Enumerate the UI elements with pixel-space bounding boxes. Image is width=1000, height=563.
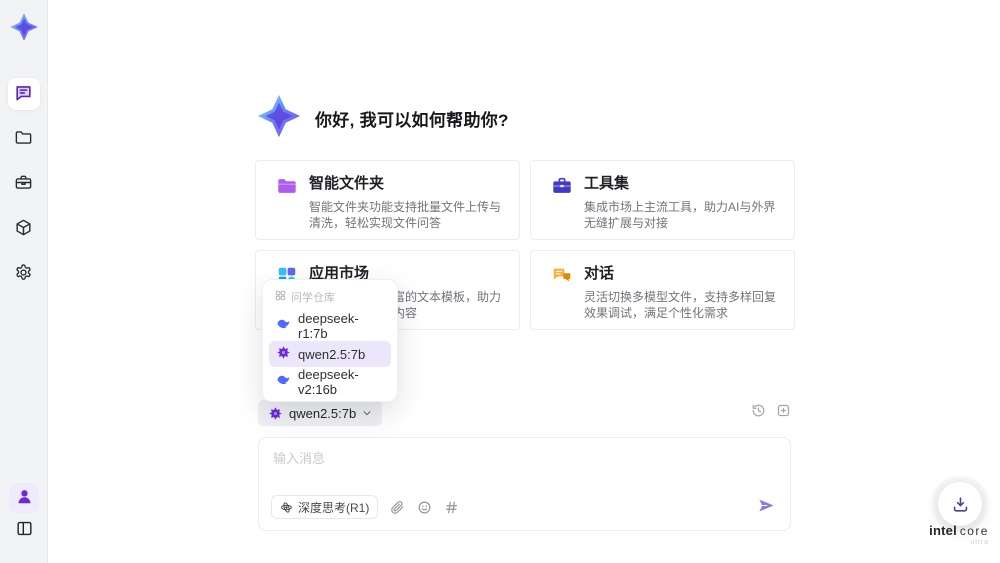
model-dropdown-header: 问学仓库: [269, 286, 391, 311]
deep-think-toggle[interactable]: 深度思考(R1): [271, 495, 379, 519]
model-option-deepseek-v2[interactable]: deepseek-v2:16b: [269, 367, 391, 397]
folder-icon: [276, 175, 298, 197]
intel-logo-text: intel: [929, 523, 957, 538]
card-desc: 智能文件夹功能支持批量文件上传与清洗，轻松实现文件问答: [309, 200, 502, 230]
sidebar-item-models[interactable]: [8, 213, 40, 245]
app-window: 你好, 我可以如何帮助你? 智能文件夹 智能文件夹功能支持批量文件上传与清洗，轻…: [0, 0, 1000, 563]
deep-think-label: 深度思考(R1): [298, 500, 370, 515]
cube-icon: [14, 218, 33, 240]
sidebar: [0, 0, 48, 563]
sidebar-item-settings[interactable]: [8, 258, 40, 290]
qwen-icon: [269, 406, 282, 420]
deepseek-icon: [276, 317, 291, 335]
briefcase-icon: [551, 175, 573, 197]
chevron-down-icon: [363, 411, 371, 416]
qwen-icon: [276, 345, 291, 363]
core-logo-text: core: [959, 524, 989, 538]
card-desc: 灵活切换多模型文件，支持多样回复效果调试，满足个性化需求: [584, 290, 777, 320]
message-input[interactable]: [273, 448, 773, 488]
message-composer: 深度思考(R1): [258, 437, 791, 531]
card-toolset[interactable]: 工具集 集成市场上主流工具，助力AI与外界无缝扩展与对接: [530, 160, 795, 240]
app-logo-icon: [9, 12, 39, 42]
sidebar-bottom: [0, 483, 48, 545]
card-smart-folder[interactable]: 智能文件夹 智能文件夹功能支持批量文件上传与清洗，轻松实现文件问答: [255, 160, 520, 240]
model-selector-row: qwen2.5:7b: [258, 400, 791, 426]
greeting: 你好, 我可以如何帮助你?: [256, 93, 509, 144]
send-icon: [759, 499, 774, 512]
hash-icon[interactable]: [444, 500, 459, 515]
greeting-title: 你好, 我可以如何帮助你?: [315, 111, 509, 130]
chat-toolbar: [751, 403, 791, 423]
emoji-icon[interactable]: [417, 500, 432, 515]
sidebar-item-panel[interactable]: [9, 515, 39, 545]
paperclip-icon[interactable]: [390, 500, 405, 515]
card-conversation[interactable]: 对话 灵活切换多模型文件，支持多样回复效果调试，满足个性化需求: [530, 250, 795, 330]
briefcase-icon: [14, 173, 33, 195]
sidebar-item-folders[interactable]: [8, 123, 40, 155]
model-option-label: qwen2.5:7b: [298, 346, 366, 362]
composer-toolbar: 深度思考(R1): [271, 495, 776, 519]
card-desc: 集成市场上主流工具，助力AI与外界无缝扩展与对接: [584, 200, 776, 230]
download-button[interactable]: [938, 482, 982, 526]
user-icon: [15, 487, 34, 509]
card-title: 对话: [584, 265, 615, 282]
model-option-qwen[interactable]: qwen2.5:7b: [269, 341, 391, 367]
model-option-deepseek-r1[interactable]: deepseek-r1:7b: [269, 311, 391, 341]
card-title: 工具集: [584, 175, 630, 192]
model-dropdown: 问学仓库 deepseek-r1:7b qwen2.5:7b deepseek-…: [262, 279, 398, 402]
card-title: 智能文件夹: [309, 175, 385, 192]
model-option-label: deepseek-r1:7b: [298, 311, 359, 341]
model-dropdown-header-label: 问学仓库: [291, 292, 335, 304]
model-selector-button[interactable]: qwen2.5:7b: [258, 400, 383, 426]
panel-icon: [15, 519, 34, 541]
folder-icon: [14, 128, 33, 150]
chat-bubbles-icon: [551, 265, 573, 287]
ultra-logo-text: ultra: [970, 539, 989, 546]
history-icon[interactable]: [751, 403, 766, 423]
model-selector-label: qwen2.5:7b: [289, 405, 357, 421]
atom-icon: [281, 501, 292, 513]
model-option-label: deepseek-v2:16b: [298, 367, 359, 397]
intel-core-badge: intel core ultra: [927, 523, 991, 546]
sidebar-item-toolbox[interactable]: [8, 168, 40, 200]
app-logo-icon: [256, 93, 302, 144]
deepseek-icon: [276, 373, 291, 391]
download-icon: [953, 496, 967, 512]
sidebar-item-account[interactable]: [9, 483, 39, 513]
chat-icon: [14, 83, 33, 105]
sidebar-item-chat[interactable]: [7, 78, 40, 110]
gear-icon: [14, 263, 33, 285]
repo-icon: [275, 290, 286, 304]
send-button[interactable]: [757, 496, 776, 518]
sidebar-nav: [7, 78, 40, 290]
new-chat-icon[interactable]: [776, 403, 791, 423]
